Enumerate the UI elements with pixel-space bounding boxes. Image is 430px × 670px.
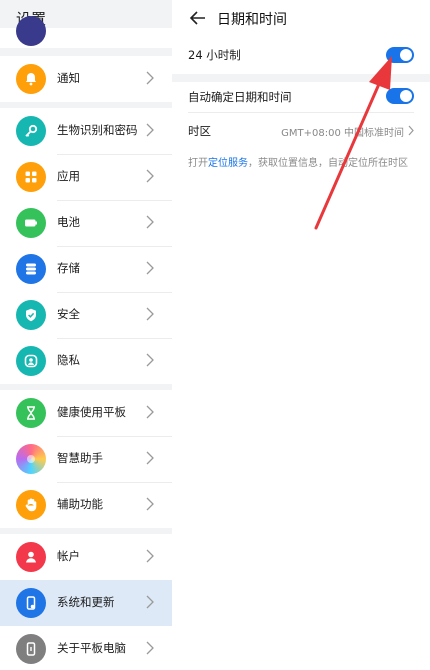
sidebar-item-label: 应用 (57, 169, 80, 183)
hourglass-icon (16, 398, 46, 428)
chevron-right-icon (146, 169, 154, 183)
chevron-right-icon (146, 215, 154, 229)
sidebar-item-apps[interactable]: 应用 (0, 154, 172, 200)
sidebar-item-storage[interactable]: 存储 (0, 246, 172, 292)
wireless-icon (16, 16, 46, 46)
sidebar-item-label: 健康使用平板 (57, 405, 126, 419)
sidebar-item-account[interactable]: 帐户 (0, 534, 172, 580)
note-text: ，获取位置信息，自动定位所在时区 (248, 158, 408, 169)
chevron-right-icon (146, 595, 154, 609)
page-title: 日期和时间 (217, 12, 287, 28)
sidebar-item-label: 生物识别和密码 (57, 123, 138, 137)
sidebar-item-label: 存储 (57, 261, 80, 275)
divider (188, 112, 414, 113)
note-text: 打开 (188, 158, 208, 169)
sidebar-item-label: 智慧助手 (57, 451, 103, 465)
sidebar-group-a: 通知 (0, 56, 172, 102)
sidebar-item-label: 安全 (57, 307, 80, 321)
auto-datetime-toggle[interactable] (386, 88, 414, 104)
sidebar-item-battery[interactable]: 电池 (0, 200, 172, 246)
sidebar-item-privacy[interactable]: 隐私 (0, 338, 172, 384)
chevron-right-icon (146, 497, 154, 511)
sidebar-item-notifications[interactable]: 通知 (0, 56, 172, 102)
sidebar-item-assistant[interactable]: 智慧助手 (0, 436, 172, 482)
chevron-right-icon (146, 353, 154, 367)
chevron-right-icon (146, 261, 154, 275)
system-icon (16, 588, 46, 618)
auto-datetime-label: 自动确定日期和时间 (188, 90, 292, 104)
location-service-link[interactable]: 定位服务 (208, 158, 248, 169)
shield-icon (16, 300, 46, 330)
sidebar-item-security[interactable]: 安全 (0, 292, 172, 338)
sidebar-item-system-updates[interactable]: 系统和更新 (0, 580, 172, 626)
bell-icon (16, 64, 46, 94)
settings-sidebar: 设置 通知 生物识别和密码 应用 (0, 0, 172, 670)
section-gap (172, 74, 430, 82)
assistant-icon (16, 444, 46, 474)
toggle-knob (400, 90, 412, 102)
sidebar-item-label: 关于平板电脑 (57, 641, 126, 655)
timezone-label: 时区 (188, 124, 211, 138)
chevron-right-icon (146, 71, 154, 85)
chevron-right-icon (146, 641, 154, 655)
hour24-toggle[interactable] (386, 47, 414, 63)
toggle-knob (400, 49, 412, 61)
sidebar-group-b: 生物识别和密码 应用 电池 存储 安全 隐私 (0, 108, 172, 384)
account-icon (16, 542, 46, 572)
timezone-value: GMT+08:00 中国标准时间 (281, 128, 404, 139)
location-note: 打开定位服务，获取位置信息，自动定位所在时区 (188, 156, 410, 171)
hour24-label: 24 小时制 (188, 48, 241, 62)
sidebar-item-label: 通知 (57, 71, 80, 85)
sidebar-group-d: 帐户 系统和更新 关于平板电脑 (0, 534, 172, 670)
sidebar-item-accessibility[interactable]: 辅助功能 (0, 482, 172, 528)
sidebar-item-label: 隐私 (57, 353, 80, 367)
back-arrow-icon[interactable] (189, 10, 207, 26)
chevron-right-icon (146, 405, 154, 419)
battery-icon (16, 208, 46, 238)
chevron-right-icon (146, 451, 154, 465)
tablet-icon (16, 634, 46, 664)
key-icon (16, 116, 46, 146)
chevron-right-icon (146, 307, 154, 321)
storage-icon (16, 254, 46, 284)
sidebar-item-label: 电池 (57, 215, 80, 229)
sidebar-group-c: 健康使用平板 智慧助手 辅助功能 (0, 390, 172, 528)
sidebar-item-about-tablet[interactable]: 关于平板电脑 (0, 626, 172, 670)
sidebar-item-label: 系统和更新 (57, 595, 115, 609)
chevron-right-icon (146, 549, 154, 563)
chevron-right-icon (408, 125, 414, 136)
sidebar-item-biometrics[interactable]: 生物识别和密码 (0, 108, 172, 154)
hand-icon (16, 490, 46, 520)
chevron-right-icon (146, 123, 154, 137)
sidebar-item-label: 帐户 (57, 549, 80, 563)
privacy-icon (16, 346, 46, 376)
sidebar-item-digital-balance[interactable]: 健康使用平板 (0, 390, 172, 436)
sidebar-group-top (0, 16, 172, 48)
date-time-panel: 日期和时间 24 小时制 自动确定日期和时间 时区 GMT+08:00 中国标准… (172, 0, 430, 670)
apps-icon (16, 162, 46, 192)
sidebar-item-label: 辅助功能 (57, 497, 103, 511)
